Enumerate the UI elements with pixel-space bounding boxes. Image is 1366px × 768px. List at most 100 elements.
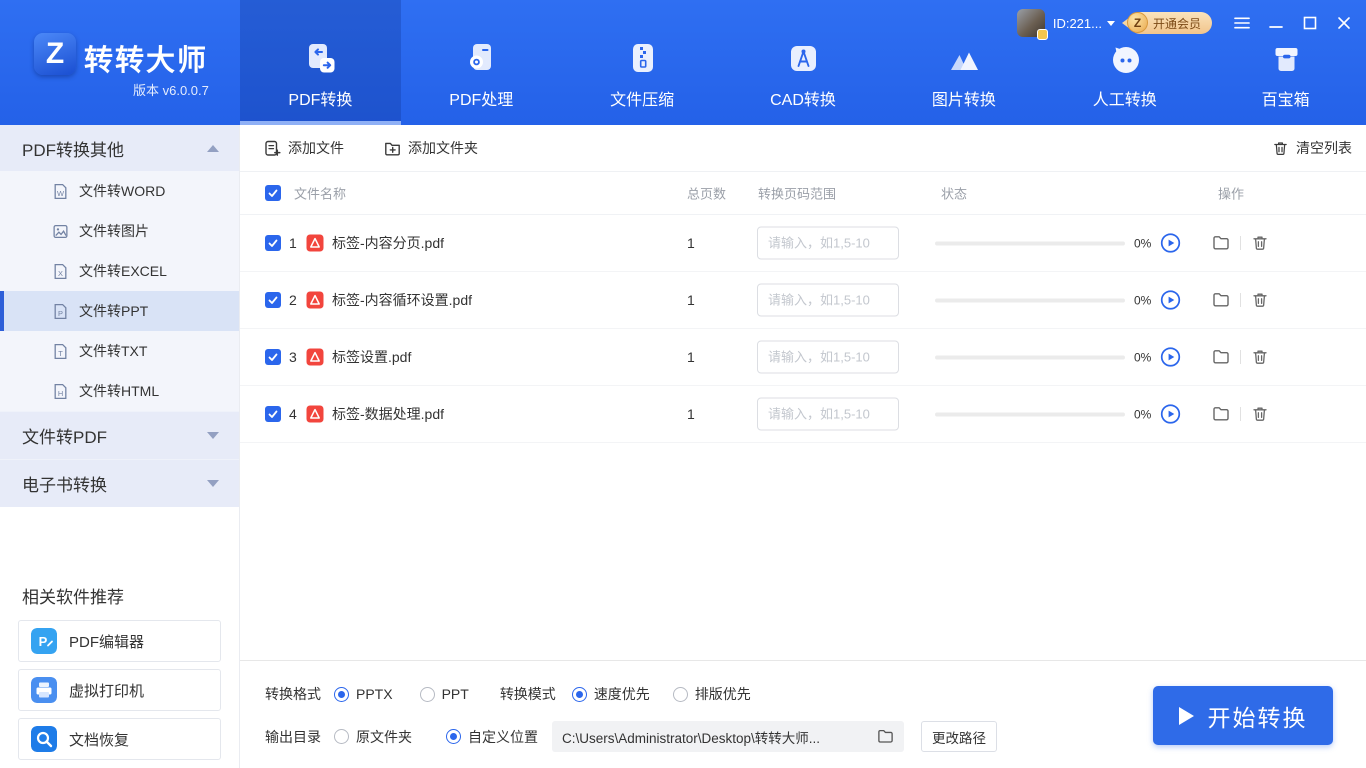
sidebar: PDF转换其他 W 文件转WORD 文件转图片 xyxy=(0,125,240,768)
col-header-status: 状态 xyxy=(941,184,967,203)
check-icon xyxy=(267,294,279,306)
row-index: 2 xyxy=(289,292,297,308)
delete-row-icon[interactable] xyxy=(1251,291,1269,309)
radio-layout-first[interactable]: 排版优先 xyxy=(673,684,751,704)
row-index: 1 xyxy=(289,235,297,251)
vip-upgrade-button[interactable]: Z 开通会员 xyxy=(1129,12,1212,34)
nav-tab-label: 百宝箱 xyxy=(1262,86,1310,110)
radio-label: PPTX xyxy=(356,686,393,702)
sidebar-item-to-image[interactable]: 文件转图片 xyxy=(0,211,239,251)
delete-row-icon[interactable] xyxy=(1251,348,1269,366)
output-path-value: C:\Users\Administrator\Desktop\转转大师... xyxy=(562,727,820,747)
file-name: 标签设置.pdf xyxy=(332,347,411,367)
sidebar-group-pdf-convert-other[interactable]: PDF转换其他 xyxy=(0,125,239,171)
divider xyxy=(1240,236,1241,250)
menu-button[interactable] xyxy=(1234,15,1250,31)
format-settings-row: 转换格式 PPTX PPT 转换模式 速度优先 排版优先 xyxy=(265,682,751,706)
divider xyxy=(1240,293,1241,307)
pdf-file-icon xyxy=(306,234,324,252)
row-checkbox[interactable] xyxy=(265,406,281,422)
check-icon xyxy=(267,187,279,199)
chevron-down-icon xyxy=(207,480,219,487)
progress-bar xyxy=(935,412,1125,416)
nav-tab-label: 文件压缩 xyxy=(610,86,674,110)
nav-tab-label: 图片转换 xyxy=(932,86,996,110)
page-range-input[interactable] xyxy=(757,284,899,317)
toolbox-icon xyxy=(1267,41,1305,79)
topbar: ID:221... Z 开通会员 xyxy=(1017,8,1352,38)
row-checkbox[interactable] xyxy=(265,349,281,365)
col-header-pages: 总页数 xyxy=(687,184,726,203)
sidebar-group-file-to-pdf[interactable]: 文件转PDF xyxy=(0,411,239,459)
progress-bar xyxy=(935,241,1125,245)
sidebar-group-ebook-convert[interactable]: 电子书转换 xyxy=(0,459,239,507)
brand-logo-icon: Z xyxy=(34,33,76,75)
radio-ppt[interactable]: PPT xyxy=(420,686,469,702)
avatar[interactable] xyxy=(1017,9,1045,37)
sidebar-item-to-excel[interactable]: X 文件转EXCEL xyxy=(0,251,239,291)
maximize-button[interactable] xyxy=(1302,15,1318,31)
page-range-input[interactable] xyxy=(757,341,899,374)
start-row-convert-button[interactable] xyxy=(1160,404,1181,425)
open-folder-icon[interactable] xyxy=(1212,234,1230,252)
radio-label: 排版优先 xyxy=(695,684,751,704)
start-convert-button[interactable]: 开始转换 xyxy=(1153,686,1333,745)
check-icon xyxy=(267,408,279,420)
app-card-virtual-printer[interactable]: 虚拟打印机 xyxy=(18,669,221,711)
sidebar-item-to-word[interactable]: W 文件转WORD xyxy=(0,171,239,211)
change-path-button[interactable]: 更改路径 xyxy=(921,721,997,752)
browse-folder-icon[interactable] xyxy=(877,728,894,745)
clear-list-button[interactable]: 清空列表 xyxy=(1272,138,1352,158)
trash-icon xyxy=(1272,140,1289,157)
nav-tab-pdf-process[interactable]: PDF处理 xyxy=(401,0,562,125)
page-range-input[interactable] xyxy=(757,398,899,431)
close-button[interactable] xyxy=(1336,15,1352,31)
open-folder-icon[interactable] xyxy=(1212,348,1230,366)
divider xyxy=(1240,407,1241,421)
nav-tab-cad-convert[interactable]: CAD转换 xyxy=(723,0,884,125)
delete-row-icon[interactable] xyxy=(1251,405,1269,423)
nav-tab-file-compress[interactable]: 文件压缩 xyxy=(562,0,723,125)
minimize-button[interactable] xyxy=(1268,15,1284,31)
recommend-section: 相关软件推荐 P PDF编辑器 虚拟打印机 xyxy=(0,583,239,760)
chevron-down-icon[interactable] xyxy=(1107,21,1115,26)
open-folder-icon[interactable] xyxy=(1212,291,1230,309)
pdf-editor-icon: P xyxy=(31,628,57,654)
avatar-vip-badge-icon xyxy=(1037,29,1048,40)
select-all-checkbox[interactable] xyxy=(265,185,281,201)
pdf-process-icon xyxy=(462,41,500,79)
add-folder-button[interactable]: 添加文件夹 xyxy=(384,138,478,158)
status-cell: 0% xyxy=(935,290,1181,311)
page-range-input[interactable] xyxy=(757,227,899,260)
start-row-convert-button[interactable] xyxy=(1160,290,1181,311)
actions-cell xyxy=(1212,291,1269,309)
check-icon xyxy=(267,237,279,249)
sidebar-item-to-ppt[interactable]: P 文件转PPT xyxy=(0,291,239,331)
app-card-pdf-editor[interactable]: P PDF编辑器 xyxy=(18,620,221,662)
radio-icon xyxy=(673,687,688,702)
app-card-doc-recovery[interactable]: 文档恢复 xyxy=(18,718,221,760)
nav-tab-label: 人工转换 xyxy=(1093,86,1157,110)
output-path-field[interactable]: C:\Users\Administrator\Desktop\转转大师... xyxy=(552,721,904,752)
radio-custom-location[interactable]: 自定义位置 xyxy=(446,727,538,747)
add-file-button[interactable]: 添加文件 xyxy=(264,138,344,158)
start-row-convert-button[interactable] xyxy=(1160,347,1181,368)
radio-selected-icon xyxy=(446,729,461,744)
sidebar-item-to-txt[interactable]: T 文件转TXT xyxy=(0,331,239,371)
sidebar-item-to-html[interactable]: H 文件转HTML xyxy=(0,371,239,411)
row-checkbox[interactable] xyxy=(265,292,281,308)
row-checkbox[interactable] xyxy=(265,235,281,251)
radio-speed-first[interactable]: 速度优先 xyxy=(572,684,650,704)
progress-bar xyxy=(935,298,1125,302)
delete-row-icon[interactable] xyxy=(1251,234,1269,252)
open-folder-icon[interactable] xyxy=(1212,405,1230,423)
user-id[interactable]: ID:221... xyxy=(1053,16,1102,31)
doc-recovery-icon xyxy=(31,726,57,752)
nav-tab-pdf-convert[interactable]: PDF转换 xyxy=(240,0,401,125)
radio-source-folder[interactable]: 原文件夹 xyxy=(334,727,412,747)
radio-label: PPT xyxy=(442,686,469,702)
start-row-convert-button[interactable] xyxy=(1160,233,1181,254)
radio-pptx[interactable]: PPTX xyxy=(334,686,393,702)
group-label: 文件转PDF xyxy=(22,423,107,448)
doc-excel-icon: X xyxy=(52,263,69,280)
